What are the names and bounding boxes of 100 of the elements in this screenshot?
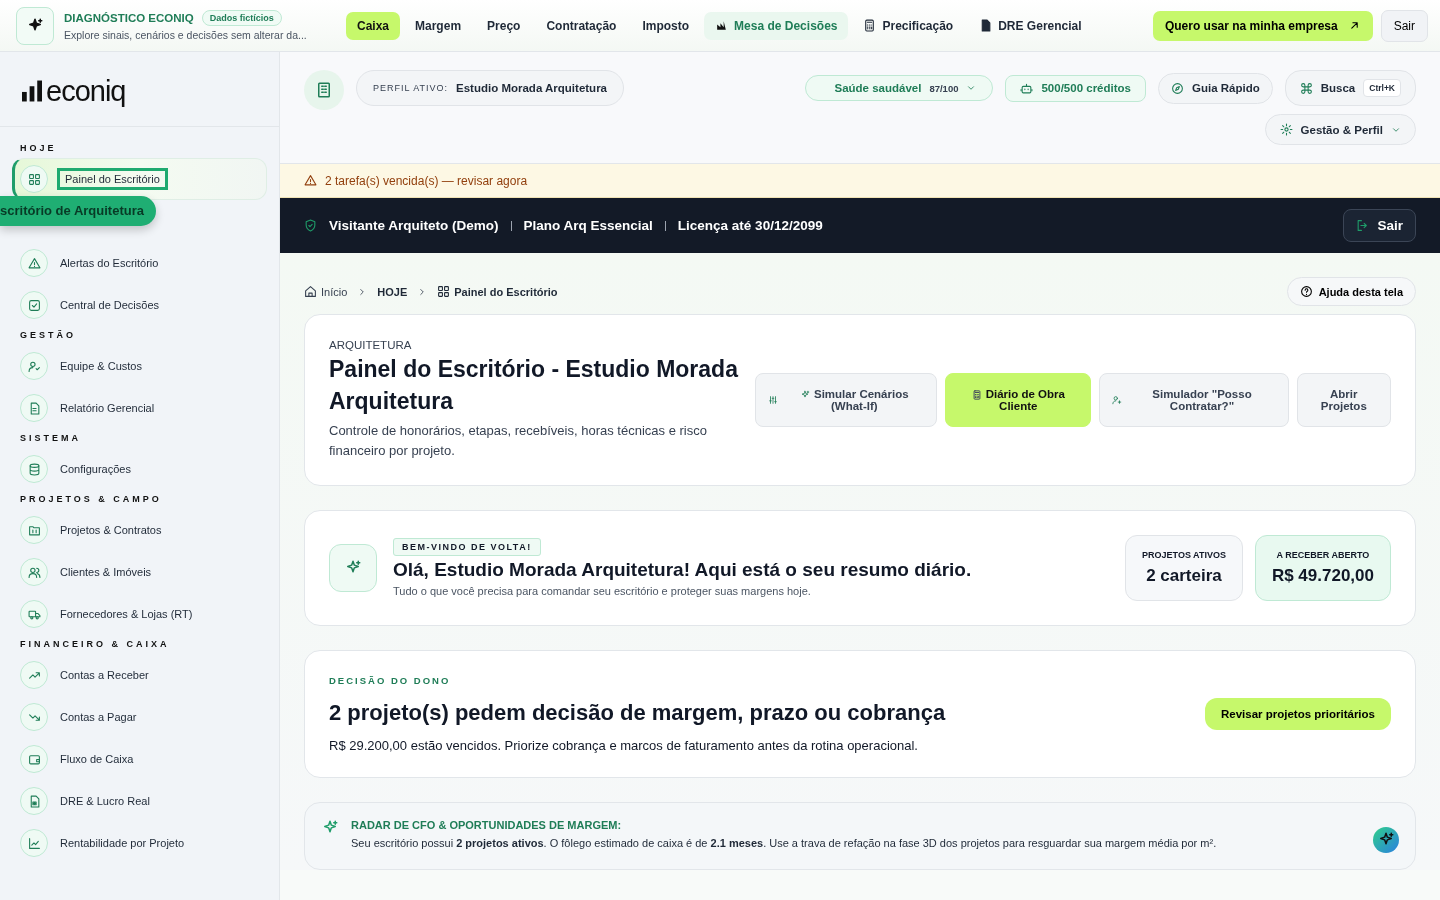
chevron-down-icon (966, 83, 977, 93)
settings-icon (1279, 123, 1293, 136)
warning-icon (27, 256, 41, 270)
command-icon (1299, 81, 1313, 95)
sidebar-item[interactable]: Alertas do Escritório (12, 242, 267, 284)
nav-tab[interactable]: Imposto (631, 11, 701, 40)
section-heading: GESTÃO (19, 329, 77, 342)
radar-title: RADAR DE CFO & OPORTUNIDADES DE MARGEM: (351, 819, 623, 831)
welcome-title: Olá, Estudio Morada Arquitetura! Aqui está o seu resumo diário. (393, 559, 973, 581)
stat-value: 2 carteira (1145, 566, 1223, 586)
page-title: Painel do Escritório - Estudio Morada Arquitetura (329, 355, 740, 416)
sidebar-item[interactable]: Equipe & Custos (12, 345, 267, 387)
nav-tab[interactable]: Margem (404, 11, 473, 40)
robot-icon (1020, 81, 1034, 95)
eyebrow-label: ARQUITETURA (329, 339, 413, 351)
section-heading: HOJE (19, 142, 58, 155)
app-title: DIAGNÓSTICO ECONIQ (64, 12, 194, 24)
sidebar-item[interactable]: Painel do Escritório (12, 158, 267, 200)
sidebar-item[interactable]: Contas a Pagar (12, 696, 267, 738)
credits-button[interactable]: 500/500 créditos (1005, 74, 1146, 102)
health-score: 87/100 (929, 82, 959, 94)
compass-icon (1171, 81, 1184, 95)
cta-button[interactable]: Quero usar na minha empresa (1152, 10, 1373, 41)
stat-label: PROJETOS ATIVOS (1142, 550, 1226, 560)
decision-title: 2 projeto(s) pedem decisão de margem, prazo ou cobrança (329, 700, 946, 726)
sidebar-item[interactable]: Clientes & Imóveis (12, 551, 267, 593)
help-icon (1299, 285, 1313, 298)
sidebar-item[interactable]: Central de Decisões (12, 284, 267, 326)
sliders-icon (768, 395, 779, 405)
sidebar-item[interactable]: Contas a Receber (12, 654, 267, 696)
profile-label: PERFIL ATIVO: (373, 83, 448, 93)
profile-pill[interactable]: PERFIL ATIVO: Estudio Morada Arquitetura (356, 70, 624, 106)
tooltip: scritório de Arquitetura (0, 196, 156, 226)
nav-tab[interactable]: Contratação (535, 11, 628, 40)
wallet-icon (27, 752, 41, 766)
guide-button[interactable]: Guia Rápido (1158, 72, 1273, 104)
folder-icon (27, 523, 41, 537)
action-button[interactable]: Abrir Projetos (1296, 373, 1391, 427)
radar-text: Seu escritório possui 2 projetos ativos. O fôlego estimado de caixa é de 2.1 meses. Use a trava de refação na fase 3D dos projetos para resguardar sua margem média por m². (351, 837, 1218, 849)
breadcrumb-link[interactable]: HOJE (377, 285, 408, 298)
logout-icon (1356, 219, 1370, 232)
sidebar-item[interactable]: DRE & Lucro Real (12, 780, 267, 822)
nav-tab[interactable]: Precificação (852, 11, 965, 40)
stat-value: R$ 49.720,00 (1271, 566, 1374, 586)
breadcrumb-link[interactable]: Painel do Escritório (437, 285, 558, 298)
file-icon (979, 19, 993, 32)
line-chart-icon (27, 836, 41, 850)
grid-icon (27, 172, 41, 186)
database-icon (27, 462, 41, 476)
assistant-button[interactable] (1373, 827, 1399, 853)
sidebar-item[interactable]: Configurações (12, 448, 267, 490)
profile-name: Estudio Morada Arquitetura (456, 82, 607, 94)
search-label: Busca (1320, 82, 1356, 94)
user-icon (27, 359, 41, 373)
calculator-icon (971, 389, 982, 400)
plan-name: Plano Arq Essencial (523, 218, 653, 233)
home-icon (304, 285, 317, 298)
app-subtitle: Explore sinais, cenários e decisões sem alterar da... (64, 29, 307, 41)
logo-text: econiq (46, 74, 126, 108)
shield-icon (304, 219, 317, 232)
help-button[interactable]: Ajuda desta tela (1286, 277, 1416, 306)
shortcut-key: Ctrl+K (1363, 79, 1401, 97)
stat-label: A RECEBER ABERTO (1275, 550, 1371, 560)
section-heading: SISTEMA (19, 432, 82, 445)
health-dropdown[interactable]: Saúde saudável 87/100 (805, 75, 994, 101)
search-button[interactable]: Busca Ctrl+K (1284, 70, 1416, 106)
users-icon (27, 565, 41, 579)
exit-button[interactable]: Sair (1380, 9, 1428, 42)
sidebar-item[interactable]: Rentabilidade por Projeto (12, 822, 267, 864)
section-heading: FINANCEIRO & CAIXA (19, 638, 171, 651)
action-button[interactable]: Diário de Obra Cliente (945, 373, 1092, 427)
sidebar-item[interactable]: Fornecedores & Lojas (RT) (12, 593, 267, 635)
section-heading: PROJETOS & CAMPO (19, 493, 163, 506)
nav-tab[interactable]: Preço (476, 11, 532, 40)
action-button[interactable]: Simulador "Posso Contratar?" (1099, 373, 1289, 427)
checkbox-icon (27, 298, 41, 312)
warning-icon (304, 174, 317, 187)
user-name: Visitante Arquiteto (Demo) (329, 218, 499, 233)
breadcrumb-link[interactable]: Início (304, 285, 348, 298)
action-button[interactable]: Simular Cenários (What-If) (755, 373, 938, 427)
data-badge: Dados fictícios (201, 10, 282, 26)
sidebar-item[interactable]: Fluxo de Caixa (12, 738, 267, 780)
sidebar-item[interactable]: Relatório Gerencial (12, 387, 267, 429)
nav-tab[interactable]: Caixa (346, 11, 401, 40)
sidebar-item[interactable]: Projetos & Contratos (12, 509, 267, 551)
review-button[interactable]: Revisar projetos prioritários (1204, 698, 1391, 730)
welcome-badge: BEM-VINDO DE VOLTA! (393, 538, 541, 556)
license-text: Licença até 30/12/2099 (677, 218, 823, 233)
nav-tab[interactable]: DRE Gerencial (968, 11, 1093, 40)
page-description: Controle de honorários, etapas, recebíveis, horas técnicas e risco financeiro por projeto. (329, 422, 708, 460)
profile-menu-button[interactable]: Gestão & Perfil (1264, 114, 1416, 145)
nav-tab[interactable]: Mesa de Decisões (704, 11, 849, 40)
calculator-icon (863, 19, 877, 32)
eyebrow-label: DECISÃO DO DONO (329, 675, 452, 686)
logout-button[interactable]: Sair (1343, 209, 1416, 242)
welcome-subtitle: Tudo o que você precisa para comandar seu escritório e proteger suas margens hoje. (393, 585, 812, 597)
health-label: Saúde saudável (834, 82, 922, 94)
alert-text[interactable]: 2 tarefa(s) vencida(s) — revisar agora (325, 173, 528, 188)
grid-icon (437, 285, 451, 298)
logo-bars-icon (22, 80, 42, 102)
